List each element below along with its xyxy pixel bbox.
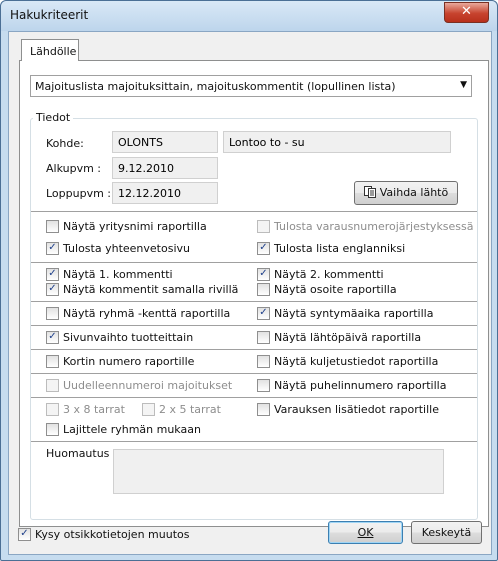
separator: [31, 211, 477, 212]
title-bar: Hakukriteerit ✕: [1, 1, 497, 31]
checkmark-icon: ✓: [46, 283, 59, 296]
kohde-label: Kohde:: [46, 137, 84, 150]
dialog-window: Hakukriteerit ✕ Lähdölle Majoituslista m…: [0, 0, 498, 561]
vaihda-lahto-label: Vaihda lähtö: [379, 186, 449, 199]
tab-lahdolle[interactable]: Lähdölle: [21, 39, 79, 61]
separator: [31, 262, 477, 263]
ok-button[interactable]: OK: [328, 521, 403, 544]
huomautus-label: Huomautus :: [46, 447, 117, 460]
dialog-client-area: Lähdölle Majoituslista majoituksittain, …: [8, 31, 492, 555]
loppupvm-field: 12.12.2010: [112, 182, 218, 204]
close-button[interactable]: ✕: [444, 2, 489, 23]
kohde-code-field: OLONTS: [112, 131, 218, 153]
cancel-button[interactable]: Keskeytä: [411, 521, 482, 544]
checkmark-icon: ✓: [18, 528, 31, 541]
separator: [31, 301, 477, 302]
alkupvm-label: Alkupvm :: [46, 162, 101, 175]
huomautus-field: [113, 449, 444, 494]
alkupvm-field: 9.12.2010: [112, 157, 218, 179]
checkmark-icon: ✓: [257, 242, 270, 255]
separator: [31, 441, 477, 442]
checkmark-icon: ✓: [46, 331, 59, 344]
loppupvm-label: Loppupvm :: [46, 187, 112, 200]
tiedot-legend: Tiedot: [33, 111, 74, 124]
chevron-down-icon[interactable]: ▼: [460, 80, 467, 90]
checkmark-icon: ✓: [46, 242, 59, 255]
checkmark-icon: ✓: [257, 268, 270, 281]
separator: [31, 373, 477, 374]
report-type-select[interactable]: Majoituslista majoituksittain, majoitusk…: [30, 75, 472, 97]
document-icon: [363, 186, 377, 198]
kohde-name-field: Lontoo to - su: [223, 131, 451, 153]
vaihda-lahto-button[interactable]: Vaihda lähtö: [354, 181, 458, 205]
ok-label: OK: [357, 526, 374, 539]
cancel-label: Keskeytä: [421, 526, 472, 539]
separator: [31, 397, 477, 398]
window-title: Hakukriteerit: [10, 8, 89, 22]
separator: [31, 325, 477, 326]
checkmark-icon: ✓: [46, 268, 59, 281]
report-type-value: Majoituslista majoituksittain, majoitusk…: [35, 80, 396, 93]
separator: [31, 349, 477, 350]
checkmark-icon: ✓: [257, 307, 270, 320]
